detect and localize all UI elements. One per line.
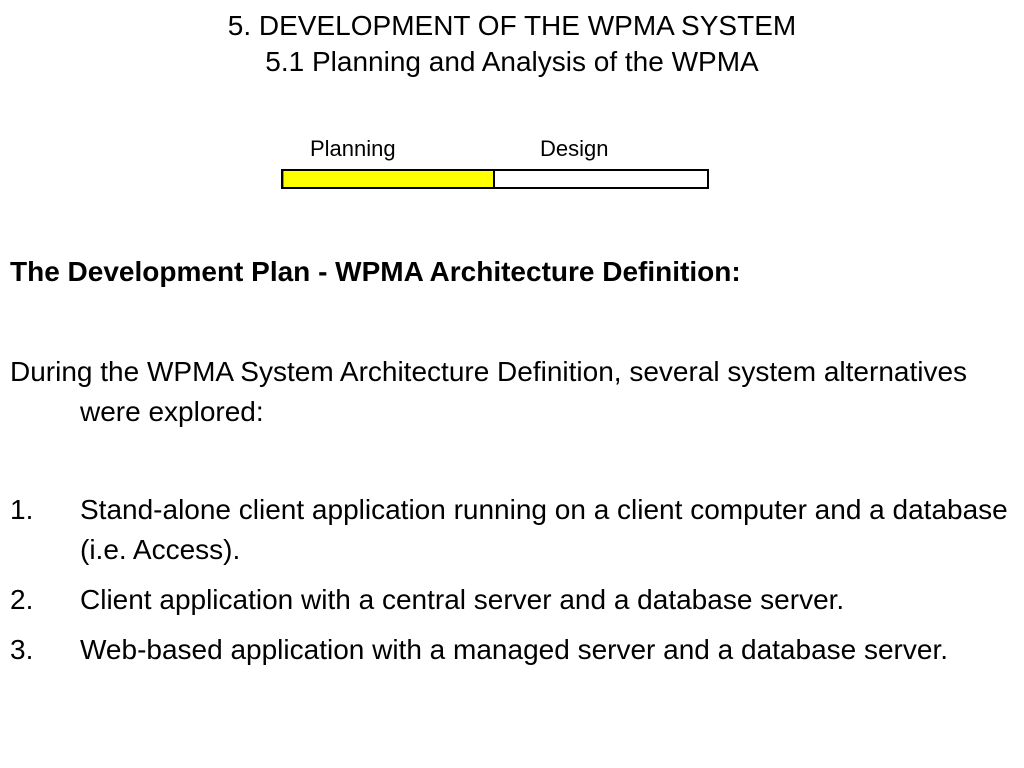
- section-heading: The Development Plan - WPMA Architecture…: [10, 256, 741, 287]
- list-item-text: Stand-alone client application running o…: [80, 494, 1008, 565]
- list-item: 1. Stand-alone client application runnin…: [10, 490, 1020, 570]
- list-item-number: 2.: [10, 584, 34, 615]
- alternatives-list: 1. Stand-alone client application runnin…: [10, 490, 1020, 680]
- phase-label-planning: Planning: [310, 136, 396, 161]
- title-line-2: 5.1 Planning and Analysis of the WPMA: [265, 46, 759, 77]
- phase-segment-design: [495, 171, 707, 187]
- list-item-text: Web-based application with a managed ser…: [80, 634, 949, 665]
- list-item-text: Client application with a central server…: [80, 584, 845, 615]
- intro-paragraph: During the WPMA System Architecture Defi…: [10, 356, 968, 427]
- list-item: 3. Web-based application with a managed …: [10, 630, 1020, 670]
- title-line-1: 5. DEVELOPMENT OF THE WPMA SYSTEM: [227, 10, 797, 41]
- phase-label-design: Design: [540, 136, 609, 161]
- phase-progress-bar: [281, 169, 709, 189]
- phase-segment-planning: [283, 171, 495, 187]
- slide-title: 5. DEVELOPMENT OF THE WPMA SYSTEM 5.1 Pl…: [0, 8, 1024, 80]
- list-item-number: 1.: [10, 494, 34, 525]
- list-item-number: 3.: [10, 634, 34, 665]
- list-item: 2. Client application with a central ser…: [10, 580, 1020, 620]
